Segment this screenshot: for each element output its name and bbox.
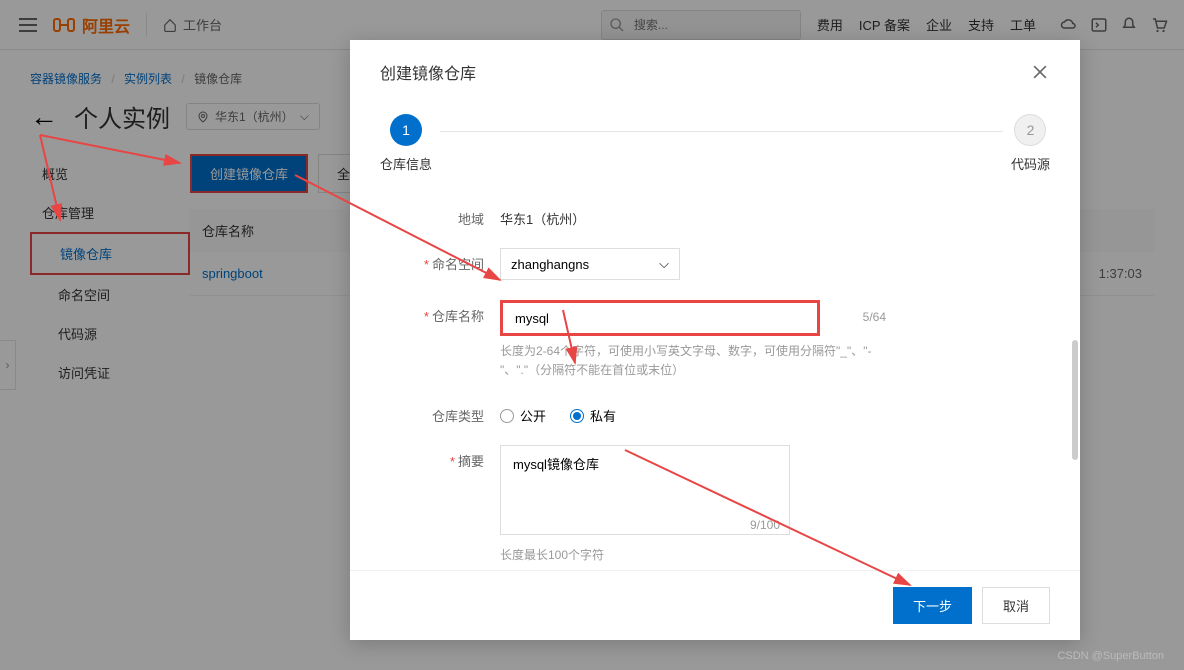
cancel-button[interactable]: 取消 — [982, 587, 1050, 624]
namespace-select[interactable]: zhanghangns ⌵ — [500, 248, 680, 280]
namespace-label: *命名空间 — [380, 248, 500, 273]
summary-textarea[interactable] — [500, 445, 790, 535]
step-line — [440, 131, 1003, 132]
summary-hint: 长度最长100个字符 — [500, 546, 790, 565]
char-count: 9/100 — [750, 518, 780, 532]
repo-name-label: *仓库名称 — [380, 300, 500, 325]
name-hint: 长度为2-64个字符，可使用小写英文字母、数字，可使用分隔符"_"、"-"、".… — [500, 342, 900, 380]
scrollbar[interactable] — [1072, 340, 1078, 460]
char-count: 5/64 — [863, 310, 886, 324]
radio-private[interactable]: 私有 — [570, 406, 616, 425]
radio-public[interactable]: 公开 — [500, 406, 546, 425]
region-label: 地域 — [380, 203, 500, 228]
steps: 1 仓库信息 2 代码源 — [350, 94, 1080, 193]
region-value: 华东1（杭州） — [500, 203, 1050, 228]
close-icon[interactable] — [1030, 62, 1050, 82]
summary-label: *摘要 — [380, 445, 500, 470]
chevron-down-icon: ⌵ — [659, 256, 669, 272]
modal-title: 创建镜像仓库 — [380, 60, 476, 84]
watermark: CSDN @SuperButton — [1057, 650, 1164, 662]
radio-icon — [570, 409, 584, 423]
step-circle: 2 — [1014, 114, 1046, 146]
next-button[interactable]: 下一步 — [893, 587, 972, 624]
radio-icon — [500, 409, 514, 423]
step-circle: 1 — [390, 114, 422, 146]
repo-name-input[interactable] — [500, 300, 820, 336]
step-2: 2 代码源 — [1011, 114, 1050, 173]
step-1: 1 仓库信息 — [380, 114, 432, 173]
modal-form: 地域 华东1（杭州） *命名空间 zhanghangns ⌵ *仓库名称 5/6… — [350, 193, 1080, 570]
type-label: 仓库类型 — [380, 400, 500, 425]
create-repo-modal: 创建镜像仓库 1 仓库信息 2 代码源 地域 华东1（杭州） *命名空间 zha… — [350, 40, 1080, 640]
